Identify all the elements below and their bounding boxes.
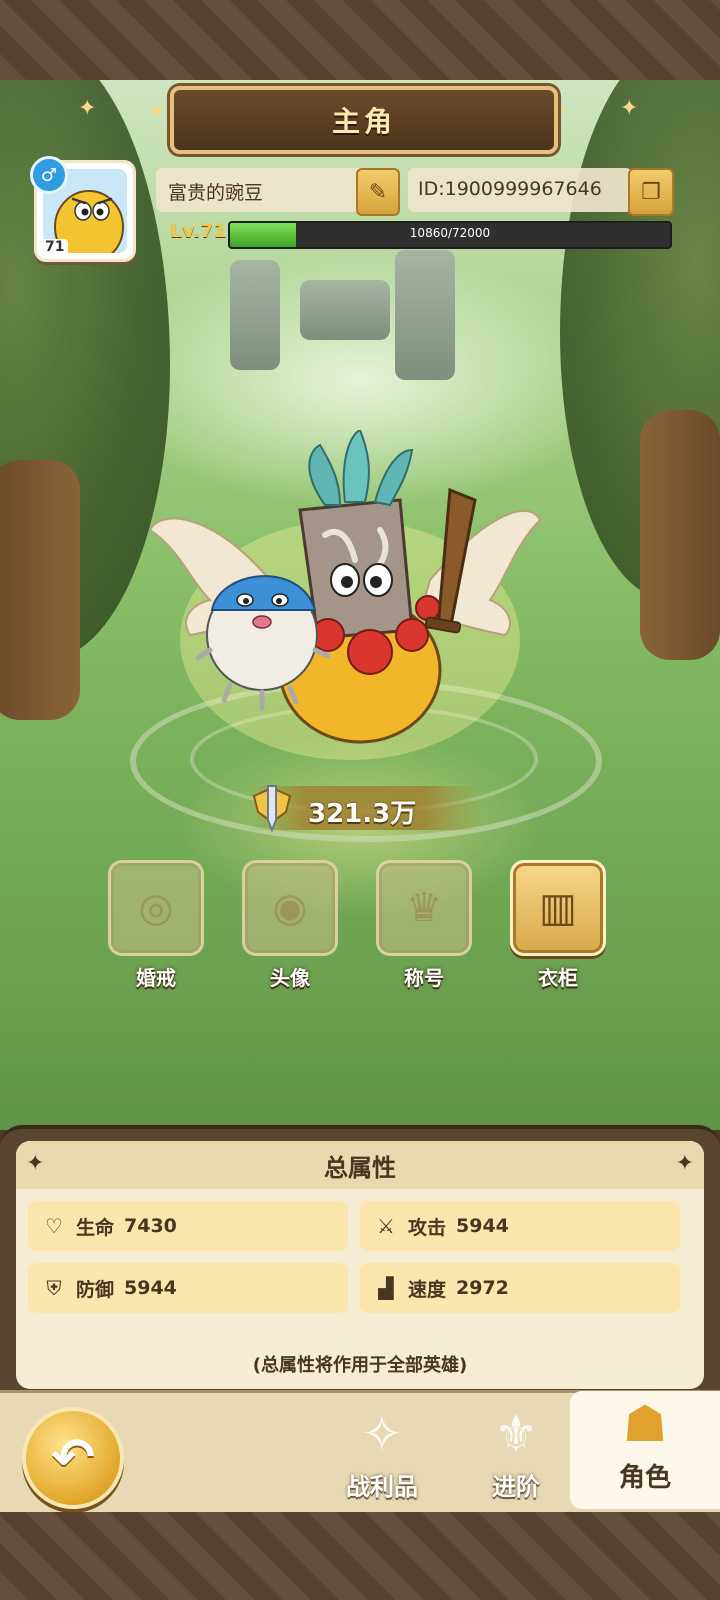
page-title: 主角 xyxy=(331,105,396,138)
copy-id-button[interactable]: ❐ xyxy=(628,168,674,216)
player-name: 富贵的豌豆 xyxy=(168,182,264,204)
edit-name-button[interactable]: ✎ xyxy=(356,168,400,216)
back-arrow-icon: ↶ xyxy=(51,1428,95,1488)
stat-hp: ♡ 生命 7430 xyxy=(28,1201,348,1251)
rock xyxy=(300,280,390,340)
xp-progress-bar: 10860/72000 xyxy=(228,221,672,249)
stat-value: 2972 xyxy=(456,1277,509,1299)
stat-value: 5944 xyxy=(456,1215,509,1237)
nav-label: 进阶 xyxy=(492,1473,540,1501)
gender-male-icon: ♂ xyxy=(30,156,68,194)
stat-label: 攻击 xyxy=(408,1216,447,1239)
player-id: ID:1900999967646 xyxy=(418,178,602,200)
nav-character[interactable]: ☗ 角色 xyxy=(570,1391,720,1509)
attributes-note: (总属性将作用于全部英雄) xyxy=(252,1355,468,1376)
avatar-level-badge: 71 xyxy=(41,239,69,255)
crown-icon: ♛ xyxy=(376,860,472,956)
rock xyxy=(395,250,455,380)
wardrobe-icon: ▥ xyxy=(510,860,606,956)
nav-loot[interactable]: ✧ 战利品 xyxy=(322,1401,442,1505)
sword-icon: ⚔ xyxy=(377,1214,395,1238)
hero-character[interactable] xyxy=(148,428,550,770)
heart-icon: ♡ xyxy=(45,1214,63,1238)
stat-label: 防御 xyxy=(76,1278,115,1301)
stat-label: 生命 xyxy=(76,1216,115,1239)
attributes-header: ✦ 总属性 ✦ xyxy=(16,1141,704,1189)
stat-value: 7430 xyxy=(124,1215,177,1237)
advance-icon: ⚜ xyxy=(493,1405,539,1463)
feature-wedding-ring[interactable]: ◎ 婚戒 xyxy=(108,860,204,991)
stat-label: 速度 xyxy=(408,1278,447,1301)
feature-label: 婚戒 xyxy=(136,966,176,990)
sparkle-icon: ✦ xyxy=(148,100,167,125)
character-icon: ☗ xyxy=(622,1395,668,1453)
loot-icon: ✧ xyxy=(361,1405,403,1463)
attributes-card: ✦ 总属性 ✦ ♡ 生命 7430 ⚔ 攻击 5944 ⛨ 防御 5944 ▟ … xyxy=(16,1141,704,1389)
stat-defense: ⛨ 防御 5944 xyxy=(28,1263,348,1313)
stat-attack: ⚔ 攻击 5944 xyxy=(360,1201,680,1251)
combat-power-display: 321.3万 xyxy=(250,785,480,833)
total-attributes-panel: ✦ 总属性 ✦ ♡ 生命 7430 ⚔ 攻击 5944 ⛨ 防御 5944 ▟ … xyxy=(0,1125,720,1399)
attributes-title: 总属性 xyxy=(324,1153,396,1182)
stat-value: 5944 xyxy=(124,1277,177,1299)
player-level: Lv.71 xyxy=(170,220,227,242)
feature-avatar[interactable]: ◉ 头像 xyxy=(242,860,338,991)
sparkle-icon: ✦ xyxy=(26,1151,45,1176)
boot-icon: ▟ xyxy=(378,1276,394,1300)
feature-title[interactable]: ♛ 称号 xyxy=(376,860,472,991)
right-tree-trunk xyxy=(640,410,720,660)
nav-advance[interactable]: ⚜ 进阶 xyxy=(456,1401,576,1505)
player-id-box: ID:1900999967646 xyxy=(408,168,632,212)
bottom-nav: ↶ ✧ 战利品 ⚜ 进阶 ☗ 角色 xyxy=(0,1390,720,1515)
rock xyxy=(230,260,280,370)
copy-icon: ❐ xyxy=(641,179,661,205)
feature-label: 称号 xyxy=(404,966,444,990)
feature-label: 衣柜 xyxy=(538,966,578,990)
nav-label: 战利品 xyxy=(346,1473,418,1501)
left-tree-trunk xyxy=(0,460,80,720)
hero-character-art xyxy=(148,428,542,760)
xp-progress-text: 10860/72000 xyxy=(409,226,491,240)
combat-power-value: 321.3万 xyxy=(308,799,417,829)
sparkle-icon: ✦ xyxy=(78,96,97,121)
top-border xyxy=(0,0,720,82)
feature-wardrobe[interactable]: ▥ 衣柜 xyxy=(510,860,606,991)
stat-speed: ▟ 速度 2972 xyxy=(360,1263,680,1313)
bottom-border xyxy=(0,1512,720,1600)
sparkle-icon: ✦ xyxy=(620,96,639,121)
avatar-frame-icon: ◉ xyxy=(242,860,338,956)
ring-icon: ◎ xyxy=(108,860,204,956)
shield-icon: ⛨ xyxy=(46,1276,62,1300)
title-banner: 主角 xyxy=(170,86,558,154)
sparkle-icon: ✦ xyxy=(675,1151,694,1176)
nav-label: 角色 xyxy=(618,1463,671,1493)
feature-label: 头像 xyxy=(270,966,310,990)
pencil-icon: ✎ xyxy=(368,179,388,205)
back-button[interactable]: ↶ xyxy=(22,1407,124,1509)
sword-badge-icon xyxy=(252,785,292,833)
